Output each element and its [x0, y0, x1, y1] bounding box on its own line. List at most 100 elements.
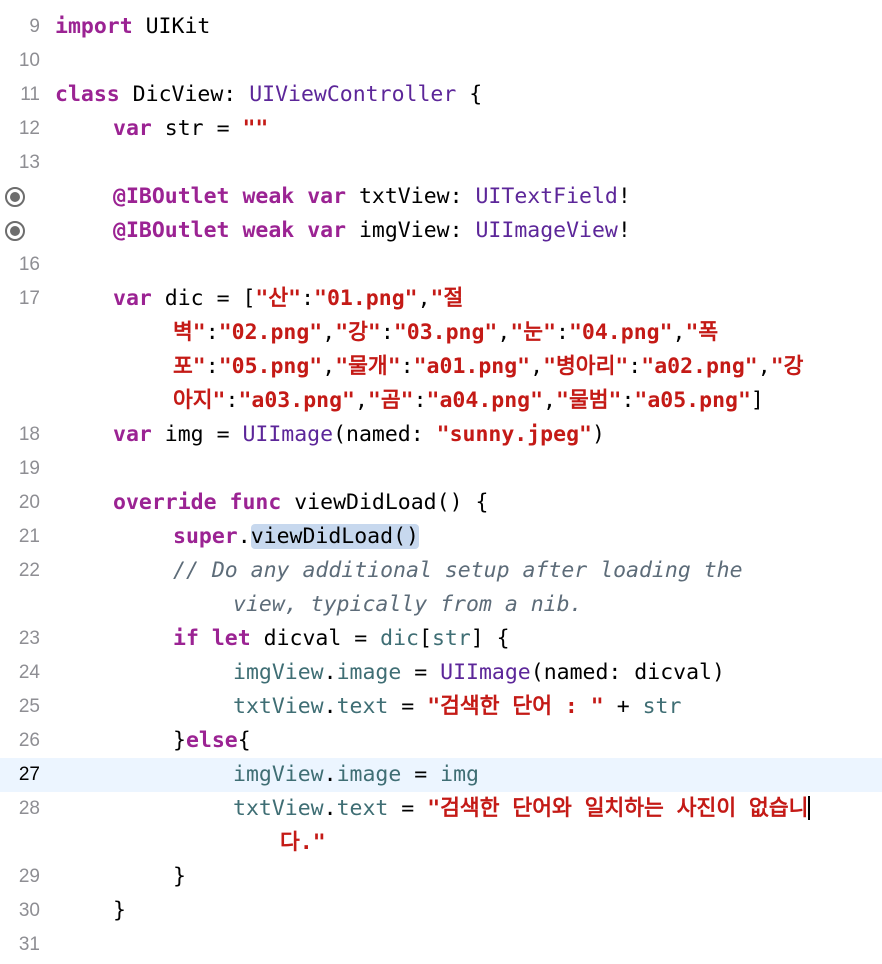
- code-text[interactable]: }: [173, 860, 186, 894]
- code-text[interactable]: view, typically from a nib.: [233, 588, 583, 622]
- line-number[interactable]: [0, 316, 40, 350]
- code-token: imgView: [233, 762, 324, 787]
- line-number[interactable]: 19: [0, 452, 40, 486]
- code-text[interactable]: var dic = ["산":"01.png","절: [113, 282, 463, 316]
- line-number[interactable]: 28: [0, 792, 40, 826]
- breakpoint-outlet-icon[interactable]: [0, 180, 40, 214]
- code-line-16[interactable]: 16: [0, 248, 882, 282]
- code-token: "a01.png": [413, 354, 531, 379]
- code-text[interactable]: 포":"05.png","물개":"a01.png","병아리":"a02.pn…: [173, 350, 803, 384]
- line-number[interactable]: 9: [0, 10, 40, 44]
- code-token: var: [113, 116, 152, 141]
- code-line-wrap[interactable]: 포":"05.png","물개":"a01.png","병아리":"a02.pn…: [0, 350, 882, 384]
- code-token: @IBOutlet: [113, 218, 230, 243]
- line-number[interactable]: 27: [0, 758, 40, 792]
- code-line-wrap[interactable]: view, typically from a nib.: [0, 588, 882, 622]
- line-number[interactable]: 24: [0, 656, 40, 690]
- code-token: dic: [380, 626, 419, 651]
- code-token: "02.png": [218, 320, 323, 345]
- code-line-31[interactable]: 31: [0, 928, 882, 962]
- code-line-wrap[interactable]: 아지":"a03.png","곰":"a04.png","물범":"a05.pn…: [0, 384, 882, 418]
- code-token: txtView: [233, 694, 324, 719]
- code-token: weak: [242, 184, 295, 209]
- code-text[interactable]: txtView.text = "검색한 단어와 일치하는 사진이 없습니: [233, 792, 811, 826]
- code-text[interactable]: }: [113, 894, 126, 928]
- line-number[interactable]: [0, 384, 40, 418]
- code-line-11[interactable]: 11 class DicView: UIViewController {: [0, 78, 882, 112]
- text-caret: [808, 795, 811, 820]
- code-line-13[interactable]: 13: [0, 146, 882, 180]
- line-number[interactable]: 17: [0, 282, 40, 316]
- code-line-10[interactable]: 10: [0, 44, 882, 78]
- code-token: 포": [173, 354, 206, 379]
- line-number[interactable]: 30: [0, 894, 40, 928]
- outlet-connection-icon[interactable]: [5, 187, 25, 207]
- code-line-wrap[interactable]: 다.": [0, 826, 882, 860]
- code-line-25[interactable]: 25 txtView.text = "검색한 단어 : " + str: [0, 690, 882, 724]
- code-token: ,: [322, 320, 336, 345]
- code-text[interactable]: var str = "": [113, 112, 268, 146]
- code-line-30[interactable]: 30}: [0, 894, 882, 928]
- code-line-12[interactable]: 12 var str = "": [0, 112, 882, 146]
- code-token: imgView: [233, 660, 324, 685]
- line-number[interactable]: 29: [0, 860, 40, 894]
- code-text[interactable]: imgView.image = img: [233, 758, 479, 792]
- code-text[interactable]: @IBOutlet weak var txtView: UITextField!: [113, 180, 631, 214]
- code-text[interactable]: imgView.image = UIImage(named: dicval): [233, 656, 725, 690]
- code-text[interactable]: @IBOutlet weak var imgView: UIImageView!: [113, 214, 631, 248]
- code-line-24[interactable]: 24 imgView.image = UIImage(named: dicval): [0, 656, 882, 690]
- line-number[interactable]: 16: [0, 248, 40, 282]
- code-line-19[interactable]: 19: [0, 452, 882, 486]
- code-line-15[interactable]: @IBOutlet weak var imgView: UIImageView!: [0, 214, 882, 248]
- code-text[interactable]: txtView.text = "검색한 단어 : " + str: [233, 690, 681, 724]
- line-number[interactable]: 20: [0, 486, 40, 520]
- code-line-14[interactable]: @IBOutlet weak var txtView: UITextField!: [0, 180, 882, 214]
- code-text[interactable]: 벽":"02.png","강":"03.png","눈":"04.png","폭: [173, 316, 718, 350]
- code-text[interactable]: var img = UIImage(named: "sunny.jpeg"): [113, 418, 605, 452]
- line-number[interactable]: [0, 350, 40, 384]
- breakpoint-outlet-icon[interactable]: [0, 214, 40, 248]
- line-number[interactable]: 10: [0, 44, 40, 78]
- line-number[interactable]: [0, 826, 40, 860]
- outlet-connection-icon[interactable]: [5, 221, 25, 241]
- code-text[interactable]: super.viewDidLoad(): [173, 520, 419, 554]
- code-token: 아지": [173, 388, 226, 413]
- code-line-18[interactable]: 18 var img = UIImage(named: "sunny.jpeg"): [0, 418, 882, 452]
- code-line-21[interactable]: 21 super.viewDidLoad(): [0, 520, 882, 554]
- code-line-20[interactable]: 20 override func viewDidLoad() {: [0, 486, 882, 520]
- code-line-29[interactable]: 29}: [0, 860, 882, 894]
- line-number[interactable]: 11: [0, 78, 40, 112]
- code-text[interactable]: override func viewDidLoad() {: [113, 486, 488, 520]
- code-line-9[interactable]: 9 import UIKit: [0, 10, 882, 44]
- code-line-22[interactable]: 22 // Do any additional setup after loadi…: [0, 554, 882, 588]
- line-number[interactable]: 23: [0, 622, 40, 656]
- line-number[interactable]: [0, 588, 40, 622]
- code-line-27[interactable]: 27 imgView.image = img: [0, 758, 882, 792]
- code-text[interactable]: if let dicval = dic[str] {: [173, 622, 510, 656]
- code-text[interactable]: import UIKit: [55, 10, 210, 44]
- line-number[interactable]: 12: [0, 112, 40, 146]
- code-text[interactable]: }else{: [173, 724, 251, 758]
- code-line-17[interactable]: 17 var dic = ["산":"01.png","절: [0, 282, 882, 316]
- code-token: .: [323, 796, 337, 821]
- code-line-28[interactable]: 28 txtView.text = "검색한 단어와 일치하는 사진이 없습니: [0, 792, 882, 826]
- line-number[interactable]: 25: [0, 690, 40, 724]
- code-token: }: [173, 728, 186, 753]
- line-number[interactable]: 26: [0, 724, 40, 758]
- code-text[interactable]: // Do any additional setup after loading…: [173, 554, 743, 588]
- code-text[interactable]: 다.": [280, 826, 326, 860]
- code-text[interactable]: 아지":"a03.png","곰":"a04.png","물범":"a05.pn…: [173, 384, 764, 418]
- code-line-23[interactable]: 23 if let dicval = dic[str] {: [0, 622, 882, 656]
- line-number[interactable]: 31: [0, 928, 40, 962]
- line-number[interactable]: 22: [0, 554, 40, 588]
- code-text[interactable]: class DicView: UIViewController {: [55, 78, 482, 112]
- code-editor[interactable]: 9 import UIKit 10 11 class DicView: UIViewCo…: [0, 0, 882, 964]
- code-line-wrap[interactable]: 벽":"02.png","강":"03.png","눈":"04.png","폭: [0, 316, 882, 350]
- code-line-26[interactable]: 26 }else{: [0, 724, 882, 758]
- code-token: if: [173, 626, 199, 651]
- line-number[interactable]: 18: [0, 418, 40, 452]
- line-number[interactable]: 13: [0, 146, 40, 180]
- line-number[interactable]: 21: [0, 520, 40, 554]
- code-token: import: [55, 14, 133, 39]
